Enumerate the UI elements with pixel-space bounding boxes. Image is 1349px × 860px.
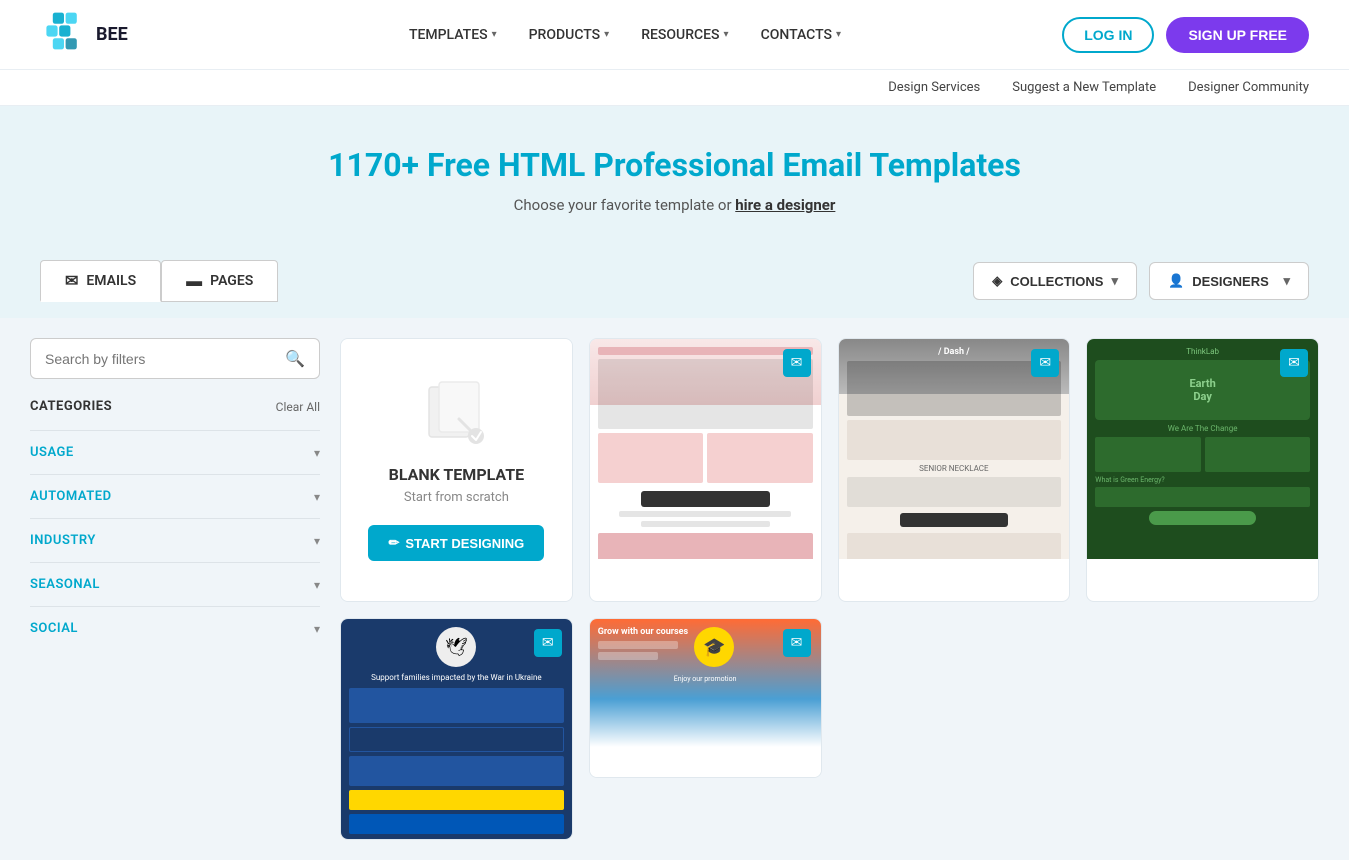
filter-automated[interactable]: AUTOMATED ▾ (30, 474, 320, 518)
bee-logo-icon (40, 11, 88, 59)
mail-badge: ✉ (783, 349, 811, 377)
clear-all-button[interactable]: Clear All (276, 400, 320, 414)
mail-badge: ✉ (534, 629, 562, 657)
tab-emails[interactable]: ✉ EMAILS (40, 260, 161, 302)
filter-industry[interactable]: INDUSTRY ▾ (30, 518, 320, 562)
chevron-down-icon: ▾ (836, 29, 841, 40)
toolbar: ✉ EMAILS ▬ PAGES ◈ COLLECTIONS ▾ 👤 DESIG… (0, 244, 1349, 318)
logo[interactable]: BEE (40, 11, 128, 59)
chevron-down-icon: ▾ (314, 490, 320, 504)
search-input[interactable] (45, 351, 285, 367)
blank-template-card[interactable]: BLANK TEMPLATE Start from scratch ✏ STAR… (340, 338, 573, 602)
chevron-down-icon: ▾ (314, 622, 320, 636)
hero-section: 1170+ Free HTML Professional Email Templ… (0, 106, 1349, 244)
dropdown-group: ◈ COLLECTIONS ▾ 👤 DESIGNERS ▾ (973, 262, 1309, 300)
template-card-2[interactable]: ✉ / Dash / SENIOR NECKLACE (838, 338, 1071, 602)
chevron-down-icon: ▾ (314, 534, 320, 548)
nav-contacts[interactable]: CONTACTS ▾ (761, 27, 841, 43)
email-tab-icon: ✉ (65, 271, 78, 290)
categories-header: CATEGORIES Clear All (30, 399, 320, 414)
logo-text: BEE (96, 24, 128, 45)
collections-icon: ◈ (992, 273, 1002, 289)
blank-template-title: BLANK TEMPLATE (389, 465, 525, 484)
collections-dropdown[interactable]: ◈ COLLECTIONS ▾ (973, 262, 1137, 300)
designers-dropdown[interactable]: 👤 DESIGNERS ▾ (1149, 262, 1309, 300)
mail-badge: ✉ (1280, 349, 1308, 377)
header: BEE TEMPLATES ▾ PRODUCTS ▾ RESOURCES ▾ C… (0, 0, 1349, 70)
hire-designer-link[interactable]: hire a designer (735, 196, 835, 214)
chevron-down-icon: ▾ (1111, 273, 1118, 289)
categories-label: CATEGORIES (30, 399, 112, 414)
chevron-down-icon: ▾ (314, 446, 320, 460)
login-button[interactable]: LOG IN (1062, 17, 1154, 53)
start-designing-button[interactable]: ✏ START DESIGNING (368, 525, 544, 561)
main-nav: TEMPLATES ▾ PRODUCTS ▾ RESOURCES ▾ CONTA… (188, 27, 1062, 43)
pages-tab-icon: ▬ (186, 271, 202, 291)
filter-usage[interactable]: USAGE ▾ (30, 430, 320, 474)
blank-template-subtitle: Start from scratch (404, 490, 509, 505)
nav-products[interactable]: PRODUCTS ▾ (529, 27, 610, 43)
filter-social[interactable]: SOCIAL ▾ (30, 606, 320, 650)
design-services-link[interactable]: Design Services (888, 80, 980, 95)
designer-community-link[interactable]: Designer Community (1188, 80, 1309, 95)
search-icon[interactable]: 🔍 (285, 349, 305, 368)
header-actions: LOG IN SIGN UP FREE (1062, 17, 1309, 53)
chevron-down-icon: ▾ (492, 29, 497, 40)
templates-grid: BLANK TEMPLATE Start from scratch ✏ STAR… (340, 338, 1319, 840)
template-card-5[interactable]: ✉ Grow with our courses 🎓 Enjoy our prom… (589, 618, 822, 778)
suggest-template-link[interactable]: Suggest a New Template (1012, 80, 1156, 95)
signup-button[interactable]: SIGN UP FREE (1166, 17, 1309, 53)
nav-templates[interactable]: TEMPLATES ▾ (409, 27, 497, 43)
hero-subtitle: Choose your favorite template or hire a … (20, 196, 1329, 214)
chevron-down-icon: ▾ (314, 578, 320, 592)
chevron-down-icon: ▾ (724, 29, 729, 40)
chevron-down-icon: ▾ (1283, 273, 1290, 289)
mail-badge: ✉ (783, 629, 811, 657)
chevron-down-icon: ▾ (604, 29, 609, 40)
nav-resources[interactable]: RESOURCES ▾ (641, 27, 728, 43)
tab-group: ✉ EMAILS ▬ PAGES (40, 260, 278, 302)
blank-template-icon (421, 379, 491, 449)
tab-pages[interactable]: ▬ PAGES (161, 260, 278, 302)
template-card-3[interactable]: ✉ ThinkLab Earth Day We Are The Change (1086, 338, 1319, 602)
hero-title: 1170+ Free HTML Professional Email Templ… (20, 146, 1329, 184)
search-box: 🔍 (30, 338, 320, 379)
sidebar: 🔍 CATEGORIES Clear All USAGE ▾ AUTOMATED… (30, 338, 320, 840)
template-card-1[interactable]: ✉ (589, 338, 822, 602)
mail-badge: ✉ (1031, 349, 1059, 377)
template-card-4[interactable]: ✉ 🕊 Support families impacted by the War… (340, 618, 573, 840)
main-content: 🔍 CATEGORIES Clear All USAGE ▾ AUTOMATED… (0, 318, 1349, 860)
sub-nav: Design Services Suggest a New Template D… (0, 70, 1349, 106)
pencil-icon: ✏ (388, 535, 399, 551)
designers-icon: 👤 (1168, 273, 1184, 289)
filter-seasonal[interactable]: SEASONAL ▾ (30, 562, 320, 606)
